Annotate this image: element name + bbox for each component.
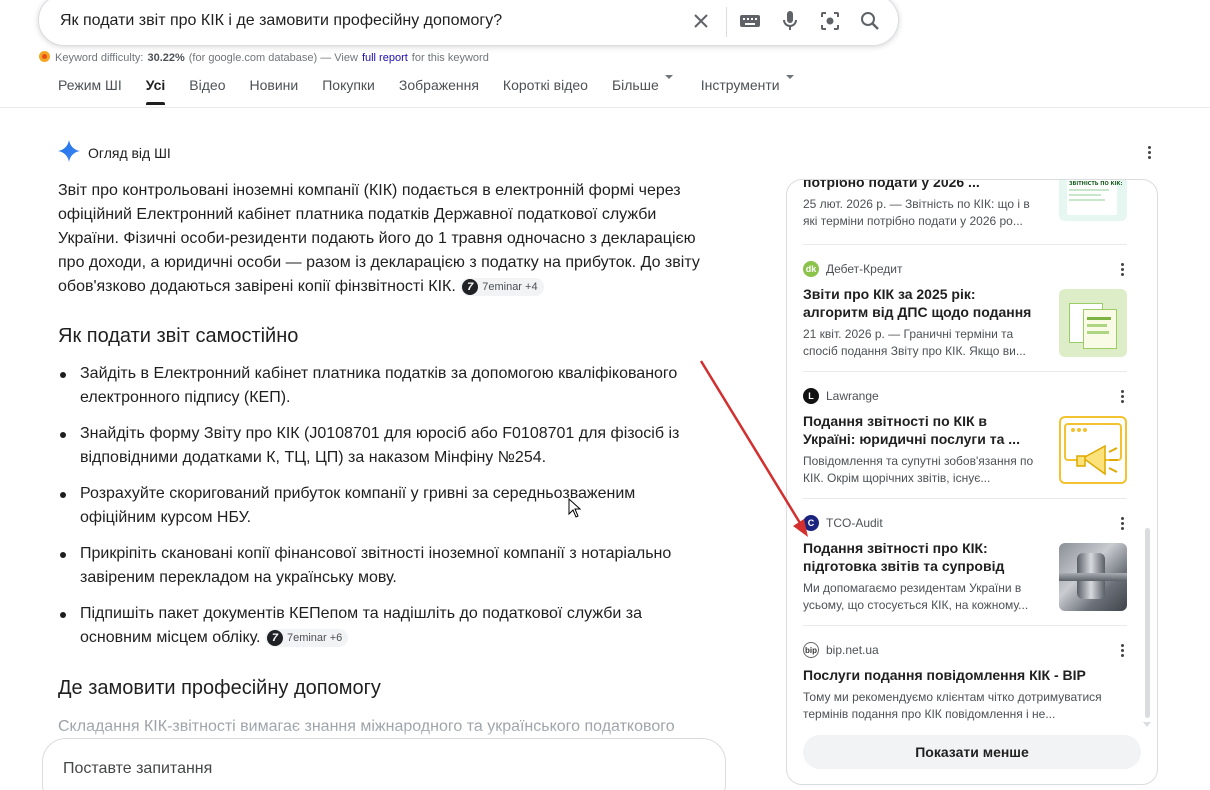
more-options-icon[interactable] [1112, 259, 1132, 279]
megaphone-icon [1064, 423, 1122, 476]
chevron-down-icon [785, 75, 794, 79]
section-heading-self: Як подати звіт самостійно [58, 325, 299, 347]
source-snippet: 21 квіт. 2026 р. — Граничні терміни та с… [803, 327, 1026, 358]
list-item: Розрахуйте скоригований прибуток компані… [58, 482, 708, 530]
source-title[interactable]: Подання звітності по КІК в Україні: юрид… [803, 412, 1043, 448]
ask-placeholder: Поставте запитання [63, 760, 213, 777]
divider [803, 498, 1127, 499]
search-divider [726, 7, 727, 37]
source-title[interactable]: Подання звітності про КІК: підготовка зв… [803, 539, 1043, 575]
source-site[interactable]: L Lawrange [803, 386, 1127, 406]
tab-video[interactable]: Відео [189, 77, 225, 107]
source-card[interactable]: потрібно подати у 2026 ... 25 лют. 2026 … [803, 180, 1127, 230]
ai-overview-header: Огляд від ШІ [58, 140, 171, 165]
source-site[interactable]: dk Дебет-Кредит [803, 259, 1127, 279]
source-thumbnail[interactable] [1059, 289, 1127, 357]
faded-paragraph: Складання КІК-звітності вимагає знання м… [58, 718, 675, 735]
source-thumbnail[interactable] [1059, 543, 1127, 611]
list-item: Зайдіть в Електронний кабінет платника п… [58, 362, 708, 410]
chevron-down-icon [664, 75, 673, 79]
source-card[interactable]: L Lawrange Подання звітності по КІК в Ук… [803, 386, 1127, 487]
source-title[interactable]: Послуги подання повідомлення КІК - BIP [803, 666, 1103, 684]
source-snippet: 25 лют. 2026 р. — Звітність по КІК: що і… [803, 197, 1030, 228]
list-item: Підпишіть пакет документів КЕПепом та на… [58, 602, 708, 650]
debet-kredit-logo-icon: dk [803, 261, 819, 277]
source-card[interactable]: dk Дебет-Кредит Звіти про КІК за 2025 рі… [803, 259, 1127, 360]
source-chip[interactable]: 7 7eminar +6 [264, 628, 349, 647]
source-snippet: Тому ми рекомендуємо клієнтам чітко дотр… [803, 690, 1102, 721]
7eminar-logo-icon: 7 [462, 278, 479, 295]
more-options-icon[interactable] [1112, 513, 1132, 533]
show-less-button[interactable]: Показати менше [803, 735, 1141, 769]
panel-scrollbar[interactable] [1145, 528, 1150, 718]
seo-flower-icon [38, 50, 51, 66]
keyboard-icon[interactable] [738, 9, 762, 33]
tab-images[interactable]: Зображення [399, 77, 479, 107]
sources-panel[interactable]: потрібно подати у 2026 ... 25 лют. 2026 … [786, 179, 1158, 785]
source-card[interactable]: bip bip.net.ua Послуги подання повідомле… [803, 640, 1127, 723]
tab-tools[interactable]: Інструменти [701, 75, 794, 107]
kw-value: 30.22% [147, 52, 185, 64]
keyword-difficulty: Keyword difficulty: 30.22% (for google.c… [38, 50, 489, 66]
source-site[interactable]: bip bip.net.ua [803, 640, 1127, 660]
more-options-icon[interactable] [1112, 640, 1132, 660]
scroll-down-icon[interactable] [1143, 722, 1151, 727]
kw-label: Keyword difficulty: [55, 52, 144, 64]
search-box[interactable]: Як подати звіт про КІК і де замовити про… [38, 0, 899, 46]
microphone-icon[interactable] [778, 9, 802, 33]
source-card[interactable]: C TCO-Audit Подання звітності про КІК: п… [803, 513, 1127, 614]
ask-question-input[interactable]: Поставте запитання [42, 738, 726, 790]
list-item: Знайдіть форму Звіту про КІК (J0108701 д… [58, 422, 708, 470]
search-icon[interactable] [858, 9, 882, 33]
tab-more[interactable]: Більше [612, 75, 673, 107]
tco-audit-logo-icon: C [803, 515, 819, 531]
tab-short-videos[interactable]: Короткі відео [503, 77, 588, 107]
lawrange-logo-icon: L [803, 388, 819, 404]
ai-overview-title: Огляд від ШІ [88, 144, 171, 161]
source-title[interactable]: потрібно подати у 2026 ... [803, 180, 1043, 191]
divider [803, 625, 1127, 626]
source-snippet: Повідомлення та супутні зобов'язання по … [803, 454, 1034, 485]
tab-shopping[interactable]: Покупки [322, 77, 375, 107]
more-options-icon[interactable] [1139, 142, 1159, 162]
more-options-icon[interactable] [1112, 386, 1132, 406]
clear-icon[interactable] [689, 9, 713, 33]
bip-logo-icon: bip [803, 642, 819, 658]
steps-list: Зайдіть в Електронний кабінет платника п… [58, 362, 708, 662]
source-site[interactable]: C TCO-Audit [803, 513, 1127, 533]
tab-all[interactable]: Усі [145, 77, 165, 107]
tab-news[interactable]: Новини [250, 77, 299, 107]
source-chip[interactable]: 7 7eminar +4 [460, 277, 544, 296]
kw-db: (for google.com database) — View [188, 52, 358, 64]
list-item: Прикріпіть скановані копії фінансової зв… [58, 542, 708, 590]
kw-suffix: for this keyword [411, 52, 489, 64]
source-title[interactable]: Звіти про КІК за 2025 рік: алгоритм від … [803, 285, 1043, 321]
7eminar-logo-icon: 7 [266, 629, 283, 646]
search-tabs: Режим ШІ Усі Відео Новини Покупки Зображ… [58, 75, 818, 107]
tabs-divider [0, 107, 1210, 108]
source-thumbnail[interactable]: ЗВІТНІСТЬ ПО КІК: [1059, 180, 1127, 221]
ai-intro-paragraph: Звіт про контрольовані іноземні компанії… [58, 182, 700, 296]
gemini-sparkle-icon [58, 140, 80, 165]
full-report-link[interactable]: full report [362, 52, 408, 64]
source-thumbnail[interactable] [1059, 416, 1127, 484]
mouse-cursor-icon [568, 497, 582, 523]
section-heading-help: Де замовити професійну допомогу [58, 677, 381, 699]
divider [803, 244, 1127, 245]
tab-ai-mode[interactable]: Режим ШІ [58, 77, 122, 107]
camera-lens-icon[interactable] [818, 9, 842, 33]
source-snippet: Ми допомагаємо резидентам України в усьо… [803, 581, 1029, 612]
search-query[interactable]: Як подати звіт про КІК і де замовити про… [60, 12, 502, 30]
divider [803, 371, 1127, 372]
